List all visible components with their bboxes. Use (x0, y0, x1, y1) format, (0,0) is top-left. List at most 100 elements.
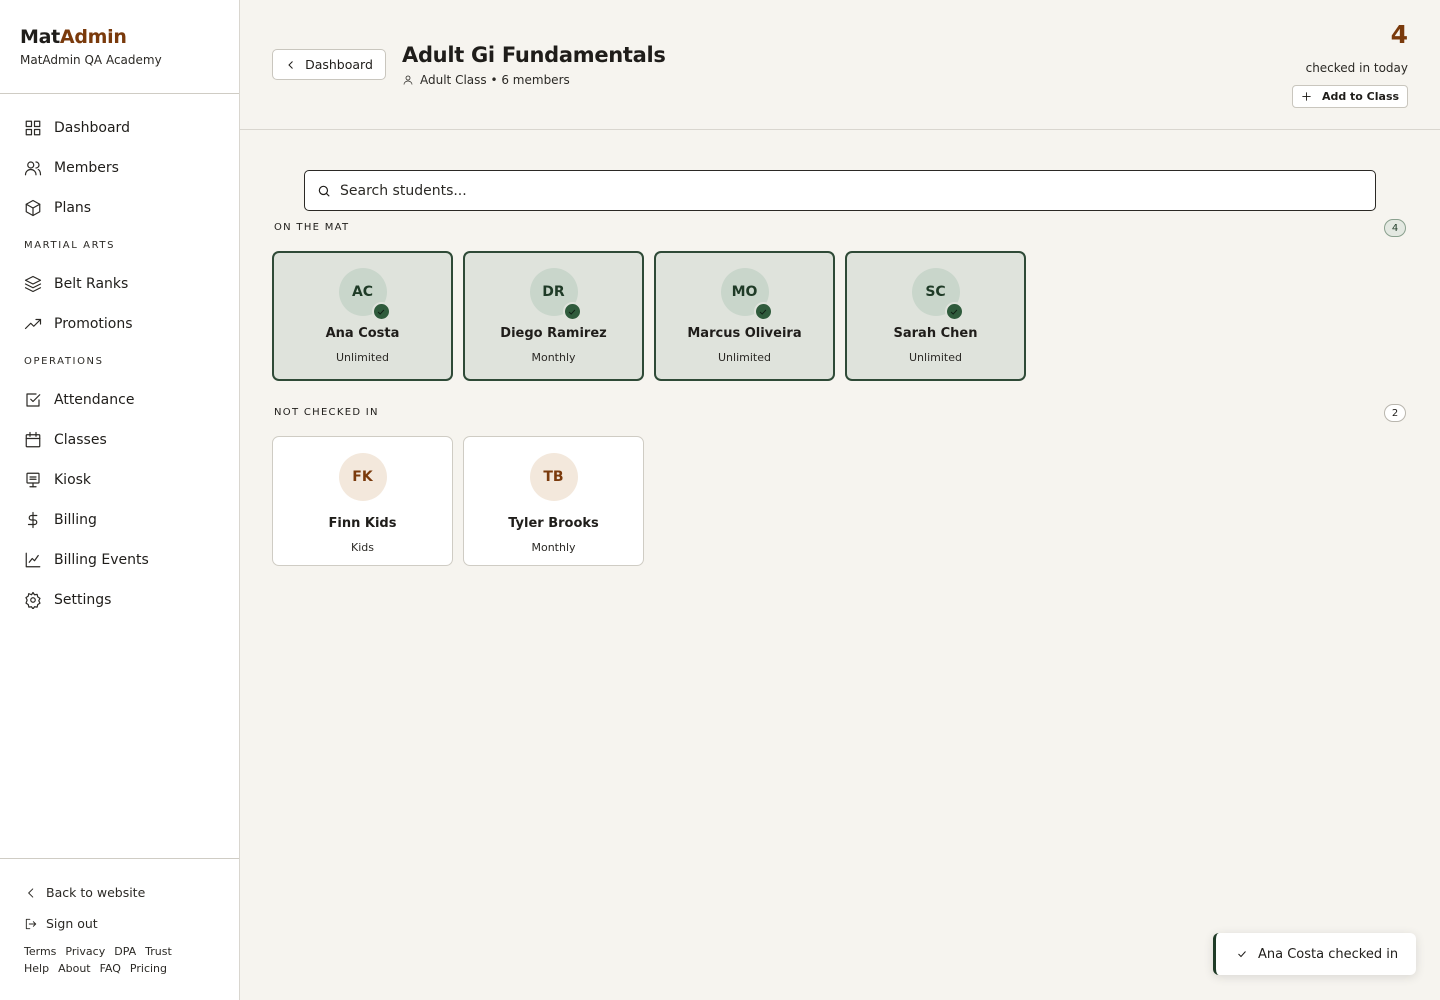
on-mat-section-label: ON THE MAT (274, 222, 350, 233)
section-operations: OPERATIONS (24, 356, 104, 367)
student-plan: Monthly (531, 351, 576, 364)
page-title: Adult Gi Fundamentals (402, 43, 666, 67)
sidebar-footer: Back to website Sign out Terms Privacy D… (0, 858, 239, 1000)
student-card[interactable]: FK Finn Kids Kids (272, 436, 453, 566)
sidebar-item-label: Plans (54, 200, 92, 216)
dollar-icon (27, 511, 38, 529)
section-martial-arts: MARTIAL ARTS (24, 240, 116, 251)
footer-link-about[interactable]: About (58, 962, 91, 975)
sidebar-item-label: Dashboard (54, 120, 130, 136)
not-checked-in-cards: FK Finn Kids Kids TB Tyler Brooks Monthl… (272, 436, 644, 566)
sidebar-item-label: Billing Events (54, 552, 149, 568)
footer-link-help[interactable]: Help (24, 962, 49, 975)
sidebar-item-label: Classes (54, 432, 107, 448)
box-icon (25, 199, 41, 217)
brand-block: MatAdmin MatAdmin QA Academy (0, 0, 239, 94)
sidebar-nav: Dashboard Members Plans MARTIAL ARTS Bel… (0, 94, 239, 620)
sidebar-item-label: Settings (54, 592, 112, 608)
page-header: Dashboard Adult Gi Fundamentals Adult Cl… (240, 0, 1440, 130)
check-square-icon (26, 393, 41, 407)
sidebar-item-label: Billing (54, 512, 97, 528)
toast-message: Ana Costa checked in (1258, 946, 1399, 962)
user-icon (403, 75, 413, 85)
avatar: FK (338, 453, 387, 501)
calendar-icon (25, 431, 41, 448)
users-icon (24, 161, 42, 176)
back-to-website-link[interactable]: Back to website (0, 877, 239, 908)
student-plan: Unlimited (909, 351, 962, 364)
student-card[interactable]: SC Sarah Chen Unlimited (845, 251, 1026, 381)
sign-out-icon (25, 918, 37, 929)
student-plan: Monthly (531, 541, 576, 554)
footer-link-faq[interactable]: FAQ (100, 962, 121, 975)
not-checked-in-section-label: NOT CHECKED IN (274, 407, 379, 418)
class-meta: Adult Class • 6 members (402, 73, 570, 87)
sidebar-item-plans[interactable]: Plans (0, 188, 239, 228)
sidebar: MatAdmin MatAdmin QA Academy Dashboard M… (0, 0, 240, 1000)
student-name: Marcus Oliveira (687, 326, 802, 341)
on-mat-count-badge: 4 (1384, 219, 1406, 237)
brand-logo[interactable]: MatAdmin (20, 26, 219, 48)
student-plan: Unlimited (718, 351, 771, 364)
chart-icon (25, 552, 41, 568)
chevron-left-icon (288, 60, 293, 69)
student-name: Ana Costa (325, 326, 400, 341)
student-card[interactable]: TB Tyler Brooks Monthly (463, 436, 644, 566)
student-card[interactable]: AC Ana Costa Unlimited (272, 251, 453, 381)
back-to-dashboard-button[interactable]: Dashboard (272, 49, 386, 80)
footer-link-privacy[interactable]: Privacy (65, 945, 105, 958)
sidebar-item-members[interactable]: Members (0, 148, 239, 188)
sidebar-item-belt-ranks[interactable]: Belt Ranks (0, 264, 239, 304)
sidebar-item-label: Attendance (54, 392, 135, 408)
layers-icon (24, 275, 42, 293)
trending-up-icon (24, 318, 42, 330)
sidebar-item-settings[interactable]: Settings (0, 580, 239, 620)
sidebar-item-label: Members (54, 160, 119, 176)
sidebar-item-promotions[interactable]: Promotions (0, 304, 239, 344)
checkmark-icon (1238, 951, 1246, 958)
sidebar-item-dashboard[interactable]: Dashboard (0, 108, 239, 148)
footer-link-pricing[interactable]: Pricing (130, 962, 167, 975)
check-in-toast: Ana Costa checked in (1213, 933, 1416, 975)
plus-icon (1302, 92, 1311, 101)
student-plan: Unlimited (336, 351, 389, 364)
sidebar-item-label: Kiosk (54, 472, 92, 488)
footer-link-terms[interactable]: Terms (24, 945, 56, 958)
sidebar-item-label: Promotions (54, 316, 133, 332)
search-icon (318, 185, 330, 197)
student-card[interactable]: MO Marcus Oliveira Unlimited (654, 251, 835, 381)
gear-icon (25, 591, 41, 609)
checked-in-icon (944, 302, 964, 321)
academy-name: MatAdmin QA Academy (20, 53, 162, 67)
checked-in-count: 4 (1390, 20, 1408, 49)
chevron-left-icon (28, 887, 34, 898)
student-name: Tyler Brooks (508, 516, 599, 531)
add-to-class-button[interactable]: Add to Class (1292, 85, 1408, 108)
checked-in-icon (371, 302, 391, 321)
sidebar-item-kiosk[interactable]: Kiosk (0, 460, 239, 500)
grid-icon (25, 120, 41, 136)
avatar: TB (529, 453, 578, 501)
footer-link-dpa[interactable]: DPA (114, 945, 136, 958)
sign-out-link[interactable]: Sign out (0, 908, 239, 939)
student-card[interactable]: DR Diego Ramirez Monthly (463, 251, 644, 381)
student-name: Sarah Chen (893, 326, 978, 341)
sidebar-item-attendance[interactable]: Attendance (0, 380, 239, 420)
checked-in-icon (562, 302, 582, 321)
sidebar-item-classes[interactable]: Classes (0, 420, 239, 460)
footer-links: Terms Privacy DPA Trust Help About FAQ P… (0, 939, 200, 975)
student-name: Finn Kids (328, 516, 397, 531)
on-mat-cards: AC Ana Costa Unlimited DR Diego Ramirez … (272, 251, 1026, 381)
checked-in-icon (753, 302, 773, 321)
checked-in-label: checked in today (1305, 61, 1408, 75)
not-checked-in-count-badge: 2 (1384, 404, 1406, 422)
student-name: Diego Ramirez (500, 326, 607, 341)
footer-link-trust[interactable]: Trust (145, 945, 172, 958)
student-search[interactable] (304, 170, 1376, 211)
sidebar-item-billing[interactable]: Billing (0, 500, 239, 540)
kiosk-icon (26, 472, 40, 488)
sidebar-item-billing-events[interactable]: Billing Events (0, 540, 239, 580)
sidebar-item-label: Belt Ranks (54, 276, 129, 292)
search-input[interactable] (340, 182, 1375, 199)
student-plan: Kids (351, 541, 374, 554)
